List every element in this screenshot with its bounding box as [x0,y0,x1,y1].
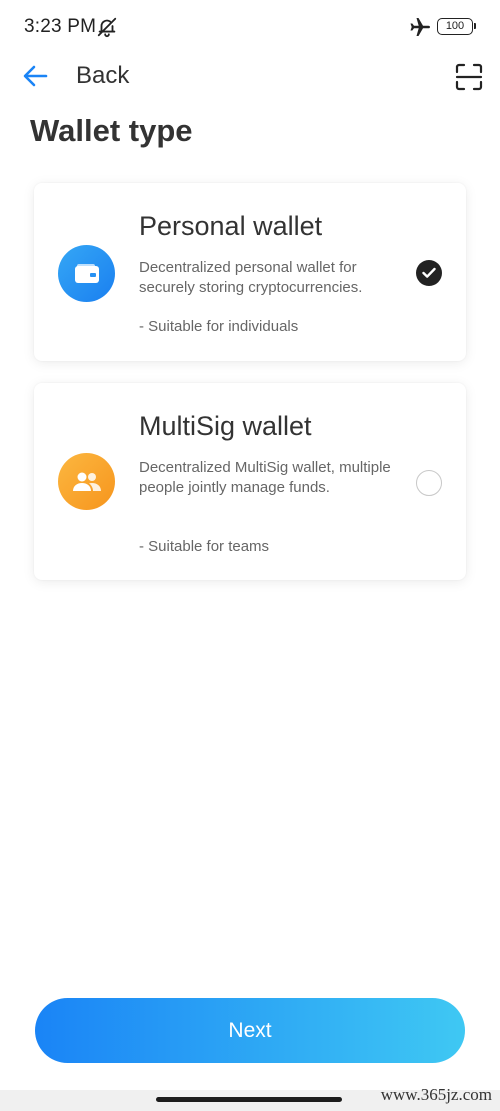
wallet-description: Decentralized personal wallet for secure… [139,259,363,296]
page-title: Wallet type [30,113,193,148]
watermark: www.365jz.com [380,1085,492,1104]
wallet-option-personal[interactable]: Personal wallet Decentralized personal w… [34,183,466,361]
arrow-left-icon[interactable] [22,62,50,90]
battery-indicator: 100 [437,18,476,35]
status-bar: 3:23 PM 100 [0,0,500,52]
status-time: 3:23 PM [24,16,97,37]
wallet-title: MultiSig wallet [139,411,312,441]
wallet-icon [58,245,115,302]
wallet-option-multisig[interactable]: MultiSig wallet Decentralized MultiSig w… [34,383,466,580]
scan-icon[interactable] [454,62,484,92]
back-button[interactable]: Back [76,62,129,90]
airplane-mode-icon [408,15,432,39]
wallet-note: - Suitable for teams [139,538,270,555]
wallet-title: Personal wallet [139,211,323,241]
notifications-muted-icon [96,16,118,38]
check-circle-icon[interactable] [416,260,442,286]
wallet-note: - Suitable for individuals [139,318,299,335]
home-indicator[interactable] [156,1097,342,1102]
next-button[interactable]: Next [35,998,465,1063]
radio-unselected-icon[interactable] [416,470,442,496]
wallet-description: Decentralized MultiSig wallet, multiple … [139,459,391,496]
users-icon [58,453,115,510]
